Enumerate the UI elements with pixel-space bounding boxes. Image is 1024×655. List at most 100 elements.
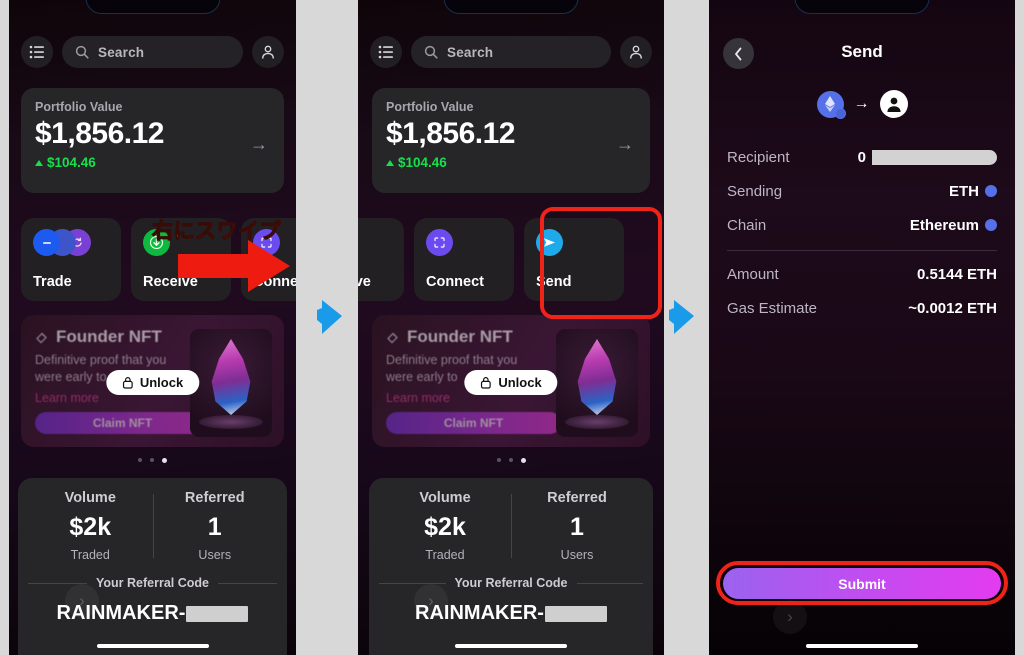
claim-nft-button[interactable]: Claim NFT: [35, 411, 210, 434]
detail-value[interactable]: ETH: [949, 183, 997, 200]
next-carousel-button[interactable]: ›: [414, 584, 448, 618]
detail-key: Amount: [727, 265, 779, 283]
chain-badge-icon: [834, 107, 846, 119]
action-connect[interactable]: Connect: [414, 218, 514, 301]
founder-nft-card[interactable]: Founder NFT Definitive proof that you we…: [21, 315, 284, 447]
portfolio-card[interactable]: Portfolio Value $1,856.12 $104.46 →: [21, 88, 284, 193]
portfolio-value: $1,856.12: [386, 117, 515, 150]
claim-nft-button[interactable]: Claim NFT: [386, 411, 561, 434]
nft-title: Founder NFT: [407, 327, 513, 346]
lock-icon: [122, 377, 133, 389]
step-arrow-icon: [317, 300, 342, 334]
tutorial-screenshot-collage: Search Portfolio Value $1,856.12 $104.46…: [0, 0, 1024, 655]
search-placeholder-text: Search: [98, 44, 145, 60]
stat-sub: Users: [198, 548, 232, 562]
profile-button[interactable]: [620, 36, 652, 68]
lock-icon: [480, 377, 491, 389]
home-indicator: [455, 644, 567, 648]
carousel-dot-active[interactable]: [162, 458, 167, 463]
detail-row-sending: Sending ETH: [727, 174, 997, 208]
carousel-dot[interactable]: [138, 458, 142, 462]
menu-button[interactable]: [21, 36, 53, 68]
carousel-dot[interactable]: [150, 458, 154, 462]
device-notch: [443, 0, 579, 14]
send-screen: Send → Recipient 0 Sending ETH Chain Eth…: [709, 0, 1015, 655]
unlock-label: Unlock: [139, 375, 184, 390]
carousel-dots: [358, 458, 664, 463]
stat-referred: Referred 1 Users: [153, 490, 278, 562]
redacted-block: [872, 149, 997, 165]
action-label: Connect: [426, 274, 484, 290]
portfolio-label: Portfolio Value: [35, 100, 123, 114]
transfer-avatars: →: [709, 90, 1015, 119]
paper-plane-icon: [536, 229, 563, 256]
person-avatar-icon: [879, 90, 908, 118]
arrow-right-icon: →: [853, 95, 870, 112]
detail-key: Recipient: [727, 148, 790, 166]
next-carousel-button[interactable]: ›: [773, 600, 807, 634]
unlock-button[interactable]: Unlock: [105, 370, 200, 395]
home-indicator: [96, 644, 209, 648]
person-icon: [630, 45, 642, 59]
search-input[interactable]: Search: [411, 36, 611, 68]
search-input[interactable]: Search: [62, 36, 243, 68]
phone-screen-step-3: Send → Recipient 0 Sending ETH Chain Eth…: [709, 0, 1015, 655]
search-placeholder-text: Search: [447, 44, 494, 60]
page-title: Send: [841, 42, 883, 61]
action-send[interactable]: Send: [524, 218, 624, 301]
ethereum-token-icon: [816, 90, 846, 119]
unlock-button[interactable]: Unlock: [464, 370, 558, 395]
action-label: Send: [536, 274, 572, 290]
next-carousel-button[interactable]: ›: [65, 584, 99, 618]
search-icon: [424, 45, 438, 59]
detail-value: 0.5144 ETH: [916, 265, 997, 283]
swipe-instruction-text: 右にスワイプ: [152, 220, 282, 244]
carousel-dot-active[interactable]: [520, 458, 526, 463]
arrow-right-icon[interactable]: →: [250, 134, 268, 155]
divider: [727, 250, 997, 251]
divider: [218, 582, 277, 584]
transaction-details: Recipient 0 Sending ETH Chain Ethereum A…: [727, 140, 997, 325]
trade-stacked-tokens-icon: [33, 229, 93, 257]
detail-row-gas-estimate: Gas Estimate ~0.0012 ETH: [727, 291, 997, 325]
nft-water-drop-art: [556, 329, 638, 437]
action-trade[interactable]: Trade: [21, 218, 121, 301]
phone-screen-step-1: Search Portfolio Value $1,856.12 $104.46…: [9, 0, 296, 655]
stat-head: Volume: [64, 490, 116, 506]
portfolio-value: $1,856.12: [35, 117, 164, 150]
redacted-block: [544, 605, 607, 622]
carousel-dot[interactable]: [508, 458, 513, 462]
search-icon: [75, 45, 89, 59]
arrow-right-icon[interactable]: →: [616, 134, 634, 155]
stat-value: 1: [570, 513, 584, 541]
device-notch: [85, 0, 220, 14]
arrow-up-icon: [386, 159, 394, 166]
detail-row-amount: Amount 0.5144 ETH: [727, 257, 997, 291]
detail-key: Gas Estimate: [727, 299, 818, 317]
top-bar: Search: [9, 36, 296, 68]
stat-volume: Volume $2k Traded: [28, 490, 153, 562]
submit-button[interactable]: Submit: [723, 568, 1001, 599]
carousel-dot[interactable]: [496, 458, 501, 462]
detail-value[interactable]: Ethereum: [910, 217, 997, 234]
portfolio-delta: $104.46: [386, 155, 636, 170]
detail-value[interactable]: 0: [858, 149, 997, 166]
portfolio-card[interactable]: Portfolio Value $1,856.12 $104.46 →: [372, 88, 650, 193]
action-receive[interactable]: Receive: [358, 218, 404, 301]
wallet-home-screen-scrolled: Search Portfolio Value $1,856.12 $104.46…: [358, 0, 664, 655]
chain-chip-icon: [985, 219, 997, 231]
token-symbol: ETH: [949, 182, 979, 200]
step-arrow-icon: [669, 300, 694, 334]
stat-sub: Traded: [425, 548, 465, 562]
founder-nft-card[interactable]: Founder NFT Definitive proof that you we…: [372, 315, 650, 447]
stat-volume: Volume $2k Traded: [379, 490, 511, 562]
quick-actions-row: Receive Connect Send: [358, 218, 624, 301]
portfolio-delta-text: $104.46: [47, 155, 96, 170]
profile-button[interactable]: [252, 36, 284, 68]
menu-button[interactable]: [370, 36, 402, 68]
scan-connect-icon: [426, 229, 453, 256]
portfolio-label: Portfolio Value: [386, 100, 474, 114]
detail-key: Sending: [727, 182, 783, 200]
stats-panel: Volume $2k Traded Referred 1 Users Your …: [369, 478, 653, 655]
detail-value: ~0.0012 ETH: [908, 299, 997, 317]
